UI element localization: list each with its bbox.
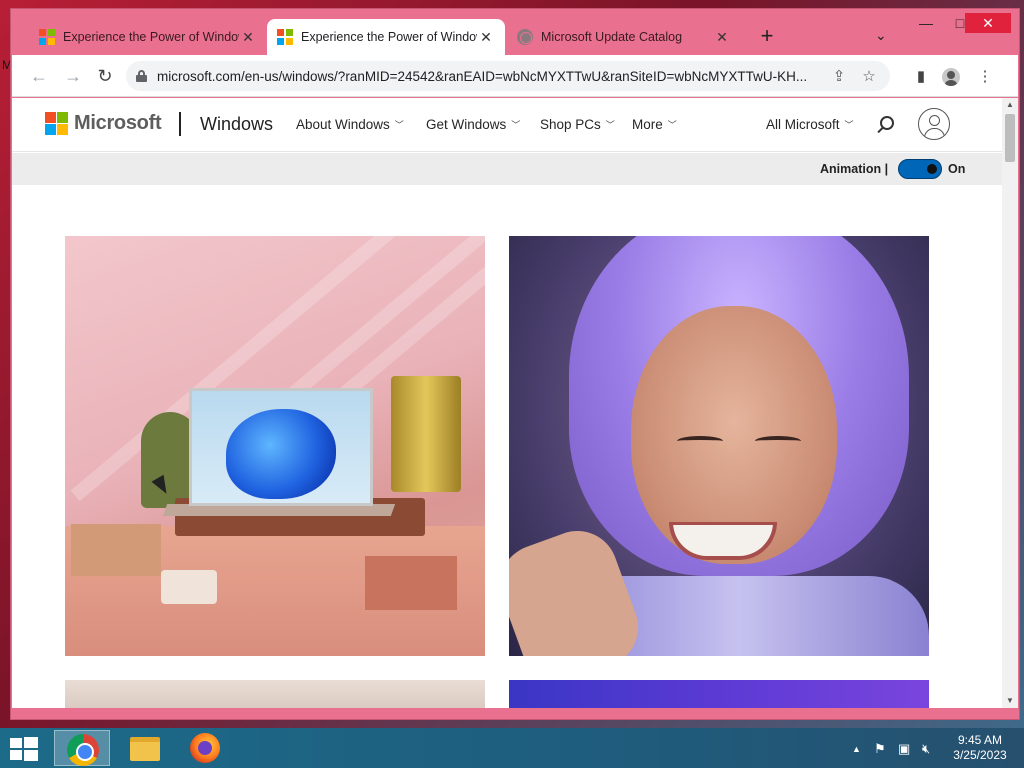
chevron-down-icon: ﹀ [394,120,404,130]
new-tab-button[interactable]: + [755,25,779,47]
tab-windows-2[interactable]: Experience the Power of Windows ✕ [267,19,505,55]
browser-window: Experience the Power of Windows ✕ Experi… [10,8,1020,720]
address-bar[interactable]: microsoft.com/en-us/windows/?ranMID=2454… [126,61,890,91]
tab-title: Experience the Power of Windows [301,30,477,44]
taskbar: ▲ ⚑ ▣ 🔇︎ 9:45 AM 3/25/2023 [0,728,1024,768]
reload-icon[interactable]: ↻ [94,65,116,87]
animation-toggle[interactable] [898,159,942,179]
chevron-down-icon: ﹀ [511,120,521,130]
forward-icon[interactable]: → [62,65,84,87]
close-tab-icon[interactable]: ✕ [239,29,257,46]
clock-date: 3/25/2023 [953,748,1007,762]
scrollbar[interactable]: ▲ ▼ [1002,98,1018,708]
scroll-thumb[interactable] [1005,114,1015,162]
folder-icon [130,737,160,761]
brand-name[interactable]: Microsoft [74,112,162,135]
animation-label: Animation | [820,162,889,176]
close-tab-icon[interactable]: ✕ [477,29,495,46]
close-tab-icon[interactable]: ✕ [713,29,731,46]
tab-update-catalog[interactable]: Microsoft Update Catalog ✕ [507,19,741,55]
image-card-3[interactable] [65,680,485,708]
taskbar-chrome[interactable] [54,730,110,766]
action-center-flag-icon[interactable]: ⚑ [874,741,886,757]
tab-strip: Experience the Power of Windows ✕ Experi… [11,9,1019,55]
account-icon[interactable] [918,108,950,140]
chrome-icon [67,734,99,766]
nav-more[interactable]: More ﹀ [632,117,677,132]
microsoft-logo[interactable] [45,112,68,135]
chevron-down-icon: ﹀ [667,120,677,130]
product-name[interactable]: Windows [200,114,273,135]
share-icon[interactable]: ⇪ [828,67,850,85]
animation-state: On [948,162,966,176]
tab-title: Experience the Power of Windows [63,30,239,44]
windows-desk-image[interactable] [65,236,485,656]
profile-icon[interactable] [942,68,960,86]
clock-time: 9:45 AM [957,733,1003,747]
chevron-down-icon[interactable]: ⌄ [875,27,887,44]
microsoft-logo-icon [277,29,293,45]
minimize-button[interactable]: — [909,13,943,33]
scroll-up-arrow[interactable]: ▲ [1002,98,1018,112]
windows-start-icon[interactable] [10,737,38,761]
star-icon[interactable]: ☆ [858,67,880,85]
network-icon[interactable]: ▣ [898,741,910,757]
tab-windows-1[interactable]: Experience the Power of Windows ✕ [29,19,267,55]
search-icon[interactable] [880,116,894,130]
url-text[interactable]: microsoft.com/en-us/windows/?ranMID=2454… [157,69,820,84]
show-hidden-icons-icon[interactable]: ▲ [852,744,861,754]
browser-toolbar: ← → ↻ microsoft.com/en-us/windows/?ranMI… [12,55,1018,97]
tab-title: Microsoft Update Catalog [541,30,683,44]
nav-about-windows[interactable]: About Windows ﹀ [296,117,404,132]
back-icon[interactable]: ← [28,65,50,87]
globe-icon [517,29,533,45]
chevron-down-icon: ﹀ [605,120,615,130]
side-panel-icon[interactable]: ▮ [910,66,932,88]
page-viewport: Microsoft Windows About Windows ﹀ Get Win… [12,98,1002,708]
taskbar-file-explorer[interactable] [116,730,172,766]
toggle-knob [927,164,937,174]
taskbar-firefox[interactable] [178,730,234,766]
header-divider [179,112,181,136]
animation-bar: Animation | On [12,153,1002,185]
microsoft-logo-icon [39,29,55,45]
nav-shop-pcs[interactable]: Shop PCs ﹀ [540,117,615,132]
scroll-down-arrow[interactable]: ▼ [1002,694,1018,708]
image-card-4[interactable] [509,680,929,708]
lock-icon[interactable] [136,70,147,82]
firefox-icon [190,733,220,763]
nav-get-windows[interactable]: Get Windows ﹀ [426,117,520,132]
volume-muted-icon[interactable]: 🔇︎ [922,741,930,757]
chevron-down-icon: ﹀ [844,120,854,130]
menu-icon[interactable]: ⋮ [974,66,996,88]
windows-bloom-graphic [226,409,336,499]
laptop-illustration [189,388,373,506]
taskbar-clock[interactable]: 9:45 AM 3/25/2023 [944,733,1016,763]
smiling-woman-image[interactable] [509,236,929,656]
nav-all-microsoft[interactable]: All Microsoft ﹀ [766,117,854,132]
site-header: Microsoft Windows About Windows ﹀ Get Win… [12,98,1002,152]
close-window-button[interactable]: ✕ [965,13,1011,33]
